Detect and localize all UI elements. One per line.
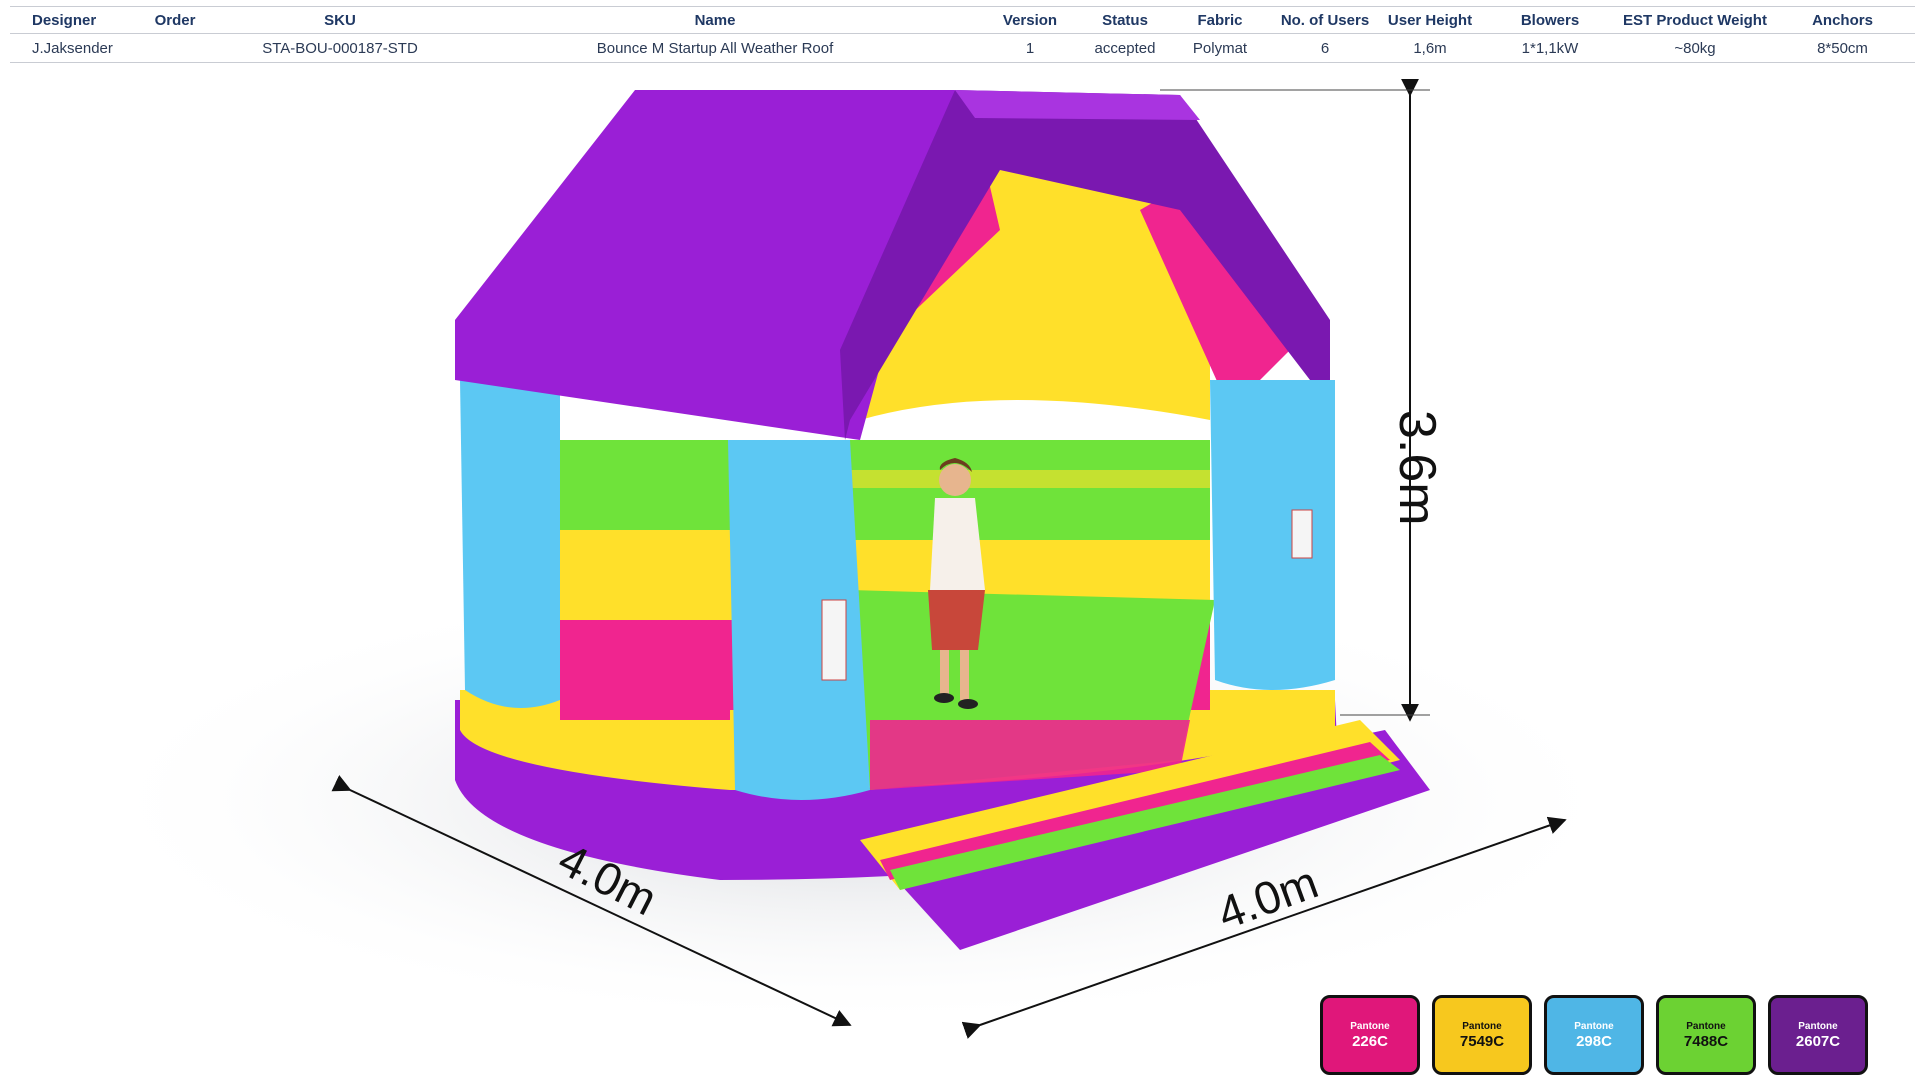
header-order: Order [120,6,230,34]
swatch-code: 2607C [1795,1032,1841,1050]
warning-label-left [821,599,847,681]
dimension-height-label: 3.6m [1388,410,1446,526]
swatch-code: 7549C [1459,1032,1505,1050]
spec-data-row: J.Jaksender STA-BOU-000187-STD Bounce M … [10,33,1915,63]
spec-table: Designer Order SKU Name Version Status F… [10,6,1915,63]
cell-order [120,33,230,63]
header-users: No. of Users [1270,6,1380,34]
header-name: Name [450,6,980,34]
cell-sku: STA-BOU-000187-STD [230,33,450,63]
header-status: Status [1080,6,1170,34]
column-front-right [1210,380,1335,690]
swatch-brand: Pantone [1798,1020,1838,1032]
spec-header-row: Designer Order SKU Name Version Status F… [10,6,1915,34]
cell-version: 1 [980,33,1080,63]
swatch-226c: Pantone 226C [1320,995,1420,1075]
header-weight: EST Product Weight [1620,6,1770,34]
swatch-code: 226C [1352,1032,1388,1050]
cell-anchors: 8*50cm [1770,33,1915,63]
swatch-brand: Pantone [1462,1020,1502,1032]
swatch-brand: Pantone [1686,1020,1726,1032]
cell-users: 6 [1270,33,1380,63]
swatch-code: 298C [1576,1032,1612,1050]
header-anchors: Anchors [1770,6,1915,34]
cell-fabric: Polymat [1170,33,1270,63]
swatch-298c: Pantone 298C [1544,995,1644,1075]
left-wall [560,440,730,720]
cell-weight: ~80kg [1620,33,1770,63]
cell-name: Bounce M Startup All Weather Roof [450,33,980,63]
header-fabric: Fabric [1170,6,1270,34]
header-height: User Height [1380,6,1480,34]
warning-label-right [1291,509,1313,559]
swatch-7488c: Pantone 7488C [1656,995,1756,1075]
bouncy-castle-render: 3.6m 4.0m 4.0m [80,78,1640,1039]
header-designer: Designer [10,6,120,34]
roof-ridge [955,90,1200,120]
cell-designer: J.Jaksender [10,33,120,63]
swatch-2607c: Pantone 2607C [1768,995,1868,1075]
swatch-brand: Pantone [1574,1020,1614,1032]
swatch-code: 7488C [1683,1032,1729,1050]
column-back-left [460,380,560,708]
pantone-swatches: Pantone 226C Pantone 7549C Pantone 298C … [1320,995,1868,1075]
cell-blowers: 1*1,1kW [1480,33,1620,63]
swatch-7549c: Pantone 7549C [1432,995,1532,1075]
header-blowers: Blowers [1480,6,1620,34]
swatch-brand: Pantone [1350,1020,1390,1032]
cell-status: accepted [1080,33,1170,63]
column-front-left [728,440,870,800]
header-sku: SKU [230,6,450,34]
header-version: Version [980,6,1080,34]
cell-height: 1,6m [1380,33,1480,63]
